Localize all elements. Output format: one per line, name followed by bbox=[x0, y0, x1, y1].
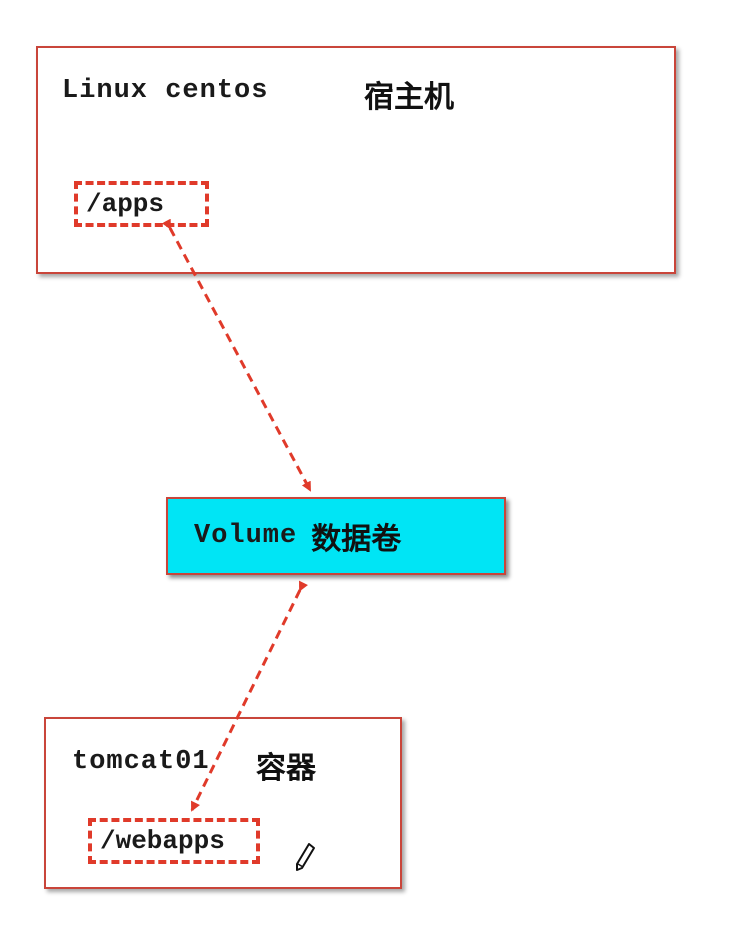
connector-arrows bbox=[161, 218, 312, 812]
pencil-icon bbox=[296, 843, 315, 871]
arrow-volume-webapps bbox=[190, 580, 309, 812]
arrow-apps-volume bbox=[161, 218, 312, 492]
